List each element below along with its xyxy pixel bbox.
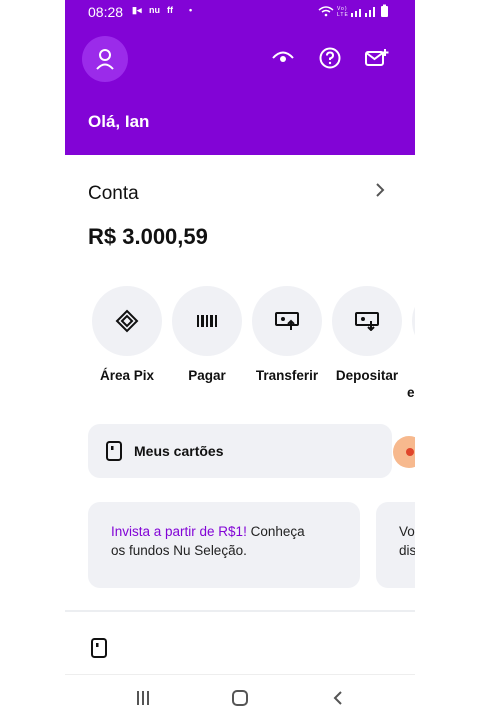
barcode-icon <box>197 315 217 327</box>
home-icon <box>232 690 248 706</box>
help-button[interactable] <box>318 46 342 70</box>
action-depositar[interactable]: Depositar <box>332 286 402 383</box>
action-label: Transferir <box>255 368 319 383</box>
promo-badge-peek[interactable] <box>393 436 415 468</box>
action-label: Área Pix <box>99 368 155 383</box>
action-label: Pagar <box>188 368 226 383</box>
action-next-peek[interactable]: e <box>407 286 415 400</box>
action-pagar[interactable]: Pagar <box>172 286 242 383</box>
status-right-icons: Vo) LTE <box>317 4 393 21</box>
card-icon <box>106 441 122 461</box>
signal-battery-icon: Vo) LTE <box>318 4 388 18</box>
quick-actions: Área Pix Pagar Transferir Depositar e <box>65 286 415 406</box>
action-circle <box>412 286 415 356</box>
action-circle <box>172 286 242 356</box>
profile-avatar-button[interactable] <box>82 36 128 82</box>
header-banner: 08:28 ▮◂ nu ff • Vo) LTE Olá, Ian <box>65 0 415 155</box>
camera-icon: ▮◂ <box>132 5 142 15</box>
ff-notification-icon: ff <box>167 5 173 15</box>
eye-icon <box>272 51 294 62</box>
status-bar: 08:28 ▮◂ nu ff • Vo) LTE <box>65 0 415 24</box>
mail-plus-icon <box>365 49 389 66</box>
app-screen: 08:28 ▮◂ nu ff • Vo) LTE Olá, Ian Conta … <box>65 0 415 720</box>
promo-card-invest[interactable]: Invista a partir de R$1! Conheça os fund… <box>88 502 360 588</box>
promo-peek-text: Vo dis <box>399 524 415 558</box>
transfer-icon <box>275 312 299 330</box>
nu-notification-icon: nu <box>149 5 160 15</box>
svg-text:LTE: LTE <box>337 12 349 18</box>
back-icon <box>333 691 342 705</box>
system-navigation-bar <box>65 674 415 720</box>
my-cards-label: Meus cartões <box>134 443 224 459</box>
promo-card-next-peek[interactable]: Vo dis <box>376 502 415 588</box>
chevron-right-icon <box>375 182 385 203</box>
visibility-toggle-button[interactable] <box>271 46 295 70</box>
dot-icon: • <box>189 5 193 15</box>
home-button[interactable] <box>225 685 255 711</box>
action-area-pix[interactable]: Área Pix <box>92 286 162 383</box>
action-circle <box>252 286 322 356</box>
recents-button[interactable] <box>128 685 158 711</box>
section-divider <box>65 610 415 612</box>
action-circle <box>332 286 402 356</box>
account-title: Conta <box>88 183 139 204</box>
action-label-peek-char: e <box>407 385 415 400</box>
greeting-text: Olá, Ian <box>88 112 150 131</box>
recents-icon <box>137 691 149 705</box>
invite-mail-button[interactable] <box>365 46 389 70</box>
deposit-icon <box>355 312 379 331</box>
back-button[interactable] <box>323 685 353 711</box>
action-label-peek <box>412 368 415 383</box>
my-cards-button[interactable]: Meus cartões <box>88 424 392 478</box>
status-time: 08:28 <box>88 4 124 20</box>
dot-icon <box>406 448 414 456</box>
person-icon <box>96 49 114 70</box>
action-label: Depositar <box>335 368 399 383</box>
action-transferir[interactable]: Transferir <box>252 286 322 383</box>
card-icon <box>91 638 109 660</box>
promo-highlight: Invista a partir de R$1! <box>111 524 247 539</box>
action-circle <box>92 286 162 356</box>
account-row[interactable]: Conta <box>65 170 415 214</box>
promo-text: Invista a partir de R$1! Conheça os fund… <box>111 522 321 560</box>
pix-icon <box>115 309 139 333</box>
help-icon <box>319 47 341 69</box>
account-balance: R$ 3.000,59 <box>88 224 208 249</box>
